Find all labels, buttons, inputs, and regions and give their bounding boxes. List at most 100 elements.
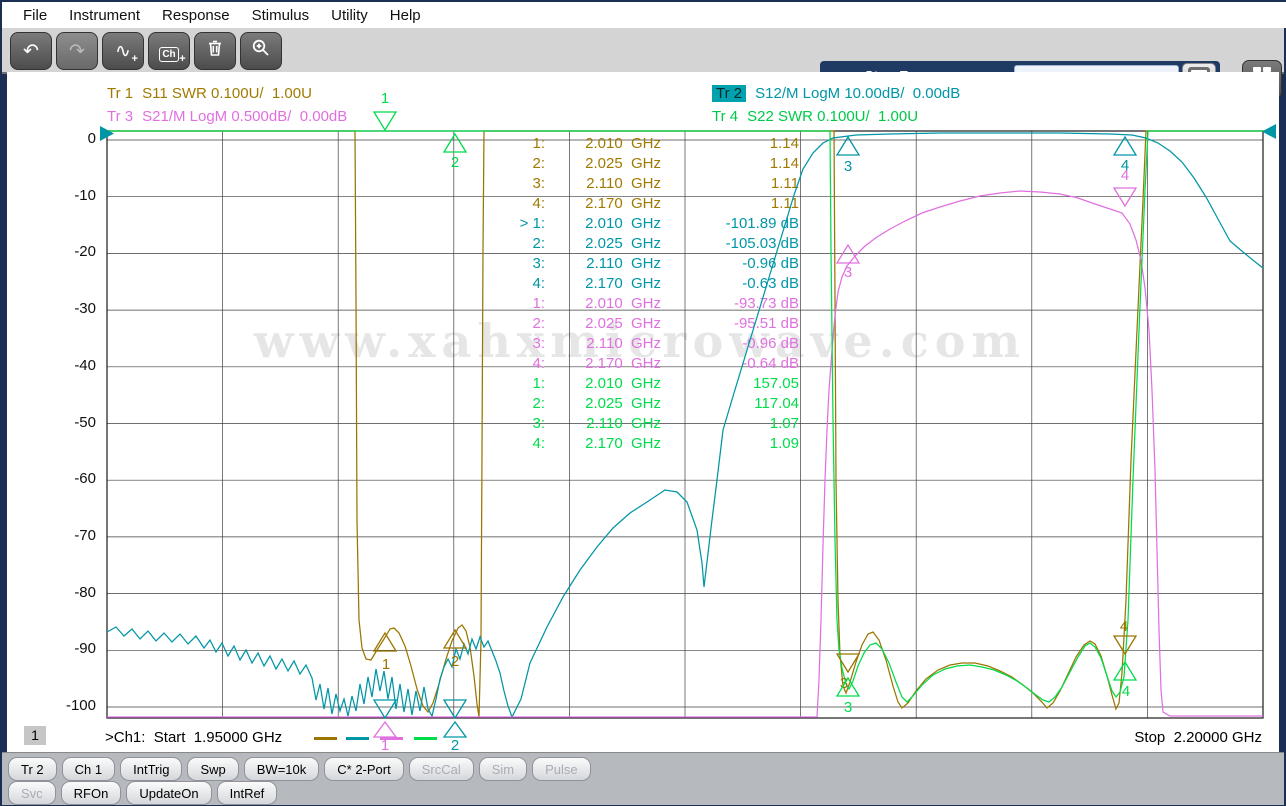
marker-table-cell: 2.010 GHz [585,134,661,152]
y-axis-tick: -70 [74,526,96,544]
marker-table-row: 2: 2.025 GHz -95.51 dB [495,313,799,333]
marker-table-cell: 3: [532,334,545,352]
marker-table-row: 2: 2.025 GHz 1.14 [495,153,799,173]
status-rfon-button[interactable]: RFOn [60,781,122,805]
marker-table-cell: 2.110 GHz [586,334,661,352]
add-channel-icon: Ch + [159,42,186,64]
trash-icon [205,38,225,64]
trace2-id-active: Tr 2 [712,85,747,102]
trace1-label[interactable]: Tr 1 S11 SWR 0.100U/ 1.00U [107,85,312,102]
marker-table-cell: 1: [532,134,545,152]
zoom-button[interactable] [240,32,282,70]
marker-table-row: 3: 2.110 GHz 1.11 [495,173,799,193]
marker-table-cell: -101.89 dB [725,214,799,232]
menu-response[interactable]: Response [151,4,241,27]
marker-table-row: 1: 2.010 GHz -93.73 dB [495,293,799,313]
status-cal-button[interactable]: C* 2-Port [324,757,404,781]
status-updateon-button[interactable]: UpdateOn [126,781,212,805]
stop-frequency-text: Stop 2.20000 GHz [1134,729,1262,746]
status-tr2-button[interactable]: Tr 2 [8,757,57,781]
status-srccal-button[interactable]: SrcCal [408,757,474,781]
magnifier-icon [251,38,271,64]
marker-table-cell: -0.96 dB [742,254,799,272]
marker-table-cell: 2.110 GHz [586,254,661,272]
trace1-desc: S11 SWR 0.100U/ 1.00U [142,85,312,102]
trace1-id: Tr 1 [107,85,134,102]
add-trace-icon: ∿ + [115,40,138,65]
marker-table-cell: 2.025 GHz [585,394,661,412]
marker-table-cell: 2.170 GHz [585,194,661,212]
toolbar: ↶ ↷ ∿+ Ch+ Stop Frequency [2,28,1284,99]
marker-table-cell: 1.11 [770,194,799,212]
delete-button[interactable] [194,32,236,70]
y-axis-tick: -60 [74,470,96,488]
legend-dash-tr3 [380,737,403,740]
marker-table-cell: -0.96 dB [742,334,799,352]
marker-table-row: 3: 2.110 GHz 1.07 [495,413,799,433]
marker-table-row: 3: 2.110 GHz -0.96 dB [495,333,799,353]
marker-table-cell: 1.11 [770,174,799,192]
status-bw-button[interactable]: BW=10k [243,757,320,781]
marker-table-row: 3: 2.110 GHz -0.96 dB [495,253,799,273]
marker-table-cell: 2.025 GHz [585,234,661,252]
status-ch1-button[interactable]: Ch 1 [61,757,116,781]
trace3-label[interactable]: Tr 3 S21/M LogM 0.500dB/ 0.00dB [107,108,347,125]
undo-button[interactable]: ↶ [10,32,52,70]
y-axis-tick: 0 [87,130,96,147]
marker-table-cell: 4: [532,194,545,212]
marker-table-cell: 3: [532,414,545,432]
trace3-id: Tr 3 [107,108,134,125]
trace4-id: Tr 4 [712,108,739,125]
y-axis-tick: -50 [74,413,96,431]
status-svc-button[interactable]: Svc [8,781,56,805]
channel-indicator[interactable]: 1 [24,726,46,745]
menu-stimulus[interactable]: Stimulus [241,4,321,27]
menu-help[interactable]: Help [379,4,432,27]
status-swp-button[interactable]: Swp [187,757,239,781]
marker-table-cell: 1.09 [769,434,799,452]
legend-dash-tr4 [414,737,437,740]
marker-table-cell: 2.010 GHz [585,294,661,312]
marker-table-cell: -95.51 dB [733,314,799,332]
menu-bar: File Instrument Response Stimulus Utilit… [2,2,1286,28]
trace4-desc: S22 SWR 0.100U/ 1.00U [747,108,919,125]
status-intref-button[interactable]: IntRef [216,781,278,805]
marker-table-cell: 1.14 [769,134,799,152]
marker-table-row: 1: 2.010 GHz 157.05 [495,373,799,393]
menu-file[interactable]: File [12,4,58,27]
status-inttrig-button[interactable]: IntTrig [120,757,183,781]
marker-table-cell: 157.05 [753,374,799,392]
marker-table-row: 4: 2.170 GHz -0.63 dB [495,273,799,293]
y-axis-tick: -20 [74,243,96,261]
marker-table-cell: 1: [532,374,545,392]
menu-instrument[interactable]: Instrument [58,4,151,27]
marker-table-cell: 4: [532,274,545,292]
marker-table-cell: -0.64 dB [742,354,799,372]
marker-table-cell: 4: [532,434,545,452]
marker-table-row: 4: 2.170 GHz 1.11 [495,193,799,213]
marker-table-row: 4: 2.170 GHz 1.09 [495,433,799,453]
status-row-2: Svc RFOn UpdateOn IntRef [8,781,278,805]
menu-utility[interactable]: Utility [320,4,379,27]
redo-button[interactable]: ↷ [56,32,98,70]
marker-table-row: 4: 2.170 GHz -0.64 dB [495,353,799,373]
status-pulse-button[interactable]: Pulse [532,757,591,781]
y-axis-tick: -40 [74,356,96,374]
legend-dash-tr1 [314,737,337,740]
marker-table-cell: 2.025 GHz [585,314,661,332]
trace2-label[interactable]: Tr 2 S12/M LogM 10.00dB/ 0.00dB [712,85,960,102]
trace4-label[interactable]: Tr 4 S22 SWR 0.100U/ 1.00U [712,108,918,125]
add-channel-button[interactable]: Ch + [148,32,190,70]
marker-table-cell: 2: [532,314,545,332]
y-axis-tick: -90 [74,640,96,658]
status-sim-button[interactable]: Sim [478,757,528,781]
add-trace-button[interactable]: ∿ + [102,32,144,70]
marker-table-cell: 3: [532,174,545,192]
marker-table-row: 2: 2.025 GHz -105.03 dB [495,233,799,253]
y-axis-tick: -30 [74,300,96,318]
marker-table-cell: > 1: [519,214,545,232]
y-axis-tick: -100 [65,697,96,714]
marker-table-cell: 2.110 GHz [586,174,661,192]
marker-table-cell: 2: [532,394,545,412]
vna-application-window: { "menu": {"items": ["File", "Instrument… [0,0,1286,806]
